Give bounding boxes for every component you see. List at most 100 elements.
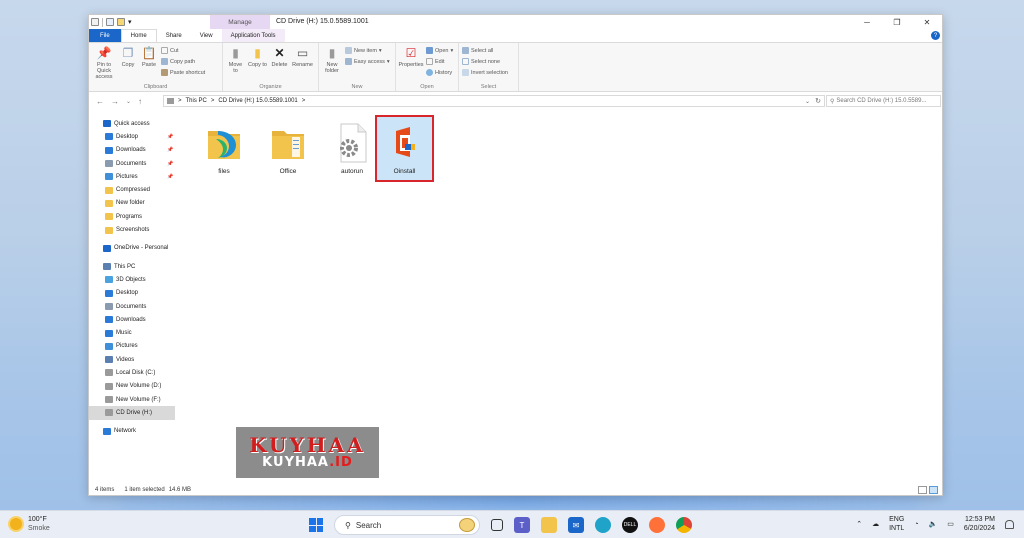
sidebar-item[interactable]: New Volume (D:) xyxy=(89,380,175,393)
open-button[interactable]: Open ▾ xyxy=(426,46,453,55)
network-cloud-icon[interactable]: ☁ xyxy=(872,520,879,528)
sidebar-item[interactable]: Music xyxy=(89,326,175,339)
chevron-down-icon: ▾ xyxy=(450,47,454,54)
clock[interactable]: 12:53 PM 6/20/2024 xyxy=(964,515,995,533)
window-controls: ─ ❐ ✕ xyxy=(852,15,942,29)
file-item-files[interactable]: files xyxy=(193,117,255,183)
tab-view[interactable]: View xyxy=(191,29,222,42)
address-dropdown-icon[interactable]: ⌄ xyxy=(805,98,810,105)
up-arrow-icon[interactable]: ↑ xyxy=(138,97,142,106)
sidebar-item[interactable]: New folder xyxy=(89,197,175,210)
edit-button[interactable]: Edit xyxy=(426,57,453,66)
properties-quick-icon[interactable] xyxy=(91,18,99,26)
pin-icon: 📌 xyxy=(96,45,112,60)
forward-arrow-icon[interactable]: → xyxy=(111,97,119,106)
windows-start-icon[interactable] xyxy=(309,518,323,532)
weather-widget[interactable]: 100°F Smoke xyxy=(10,515,50,533)
notification-bell-icon[interactable] xyxy=(1005,519,1014,529)
dell-icon[interactable]: DELL xyxy=(622,517,638,533)
sidebar-item[interactable]: Downloads xyxy=(89,313,175,326)
sidebar-item[interactable]: Pictures xyxy=(89,340,175,353)
chevron-up-icon[interactable]: ⌃ xyxy=(856,520,862,528)
sidebar-item[interactable]: Screenshots xyxy=(89,223,175,236)
rename-icon: ▭ xyxy=(296,45,309,60)
file-item-oinstall[interactable]: Oinstall xyxy=(375,115,434,182)
select-none-button[interactable]: Select none xyxy=(462,57,508,66)
quick-access-toolbar: ▾ xyxy=(89,15,136,29)
sidebar-item[interactable]: Local Disk (C:) xyxy=(89,366,175,379)
copy-path-button[interactable]: Copy path xyxy=(161,57,205,66)
breadcrumb-this-pc[interactable]: This PC xyxy=(186,98,207,104)
edge-icon[interactable] xyxy=(595,517,611,533)
large-icons-view-button[interactable] xyxy=(929,486,938,494)
tab-file[interactable]: File xyxy=(89,29,121,42)
sidebar-item[interactable]: Quick access xyxy=(89,117,175,130)
back-arrow-icon[interactable]: ← xyxy=(96,97,104,106)
sidebar-item[interactable]: Programs xyxy=(89,210,175,223)
maximize-button[interactable]: ❐ xyxy=(882,15,912,29)
pictures-icon xyxy=(105,173,113,181)
selection-size: 14.6 MB xyxy=(168,487,192,493)
sidebar-item[interactable]: OneDrive - Personal xyxy=(89,242,175,255)
sidebar-item[interactable]: Downloads 📌 xyxy=(89,144,175,157)
sidebar-item-label: Documents xyxy=(116,303,147,310)
sidebar-item[interactable]: Documents 📌 xyxy=(89,157,175,170)
manage-contextual-tab[interactable]: Manage xyxy=(210,15,270,29)
folder-icon xyxy=(105,213,113,221)
sidebar-item[interactable]: Videos xyxy=(89,353,175,366)
sidebar-item[interactable]: 3D Objects xyxy=(89,273,175,286)
sidebar-item[interactable]: Documents xyxy=(89,300,175,313)
sidebar-item-label: Videos xyxy=(116,356,135,363)
help-button[interactable]: ? xyxy=(931,31,940,40)
sidebar-item[interactable]: Desktop 📌 xyxy=(89,130,175,143)
sidebar-item[interactable]: New Volume (F:) xyxy=(89,393,175,406)
battery-icon[interactable]: ▭ xyxy=(947,520,954,528)
invert-selection-button[interactable]: Invert selection xyxy=(462,68,508,77)
cut-button[interactable]: Cut xyxy=(161,46,205,55)
select-all-button[interactable]: Select all xyxy=(462,46,508,55)
desktop-icon xyxy=(105,133,113,141)
customize-qat-icon[interactable]: ▾ xyxy=(128,18,136,26)
mail-icon[interactable]: ✉ xyxy=(568,517,584,533)
easy-access-button[interactable]: Easy access ▾ xyxy=(345,57,390,66)
tab-application-tools[interactable]: Application Tools xyxy=(221,29,285,42)
save-quick-icon[interactable] xyxy=(106,18,114,26)
history-button[interactable]: History xyxy=(426,68,453,77)
wifi-icon[interactable]: ◔ xyxy=(914,521,918,528)
sidebar-item[interactable]: Pictures 📌 xyxy=(89,170,175,183)
refresh-icon[interactable]: ↻ xyxy=(815,97,821,105)
tab-share[interactable]: Share xyxy=(157,29,191,42)
file-explorer-icon[interactable] xyxy=(541,517,557,533)
close-button[interactable]: ✕ xyxy=(912,15,942,29)
select-all-icon xyxy=(462,47,469,54)
file-item-office[interactable]: Office xyxy=(257,117,319,183)
file-item-autorun[interactable]: autorun xyxy=(321,117,383,183)
new-item-button[interactable]: New item ▾ xyxy=(345,46,390,55)
sidebar-item-label: Pictures xyxy=(116,173,138,180)
new-folder-quick-icon[interactable] xyxy=(117,18,125,26)
search-input[interactable]: ⚲ Search CD Drive (H:) 15.0.5589... xyxy=(826,95,941,107)
breadcrumb-cd-drive[interactable]: CD Drive (H:) 15.0.5589.1001 xyxy=(218,98,297,104)
sidebar-item[interactable]: Desktop xyxy=(89,287,175,300)
history-icon xyxy=(426,69,433,76)
teams-icon[interactable]: T xyxy=(514,517,530,533)
sidebar-item[interactable]: CD Drive (H:) xyxy=(89,406,175,420)
sidebar-item[interactable]: Network xyxy=(89,425,175,438)
taskbar-search-box[interactable]: ⚲ Search xyxy=(334,515,480,535)
new-folder-icon: ▮ xyxy=(328,45,336,60)
paste-shortcut-button[interactable]: Paste shortcut xyxy=(161,68,205,77)
tab-home[interactable]: Home xyxy=(120,29,157,42)
history-label: History xyxy=(435,69,453,76)
language-indicator[interactable]: ENG INTL xyxy=(889,515,904,533)
address-bar-row: ← → ⌄ ↑ > This PC > CD Drive (H:) 15.0.5… xyxy=(89,94,942,108)
address-bar[interactable]: > This PC > CD Drive (H:) 15.0.5589.1001… xyxy=(163,95,825,107)
task-view-icon[interactable] xyxy=(491,519,503,531)
sidebar-item[interactable]: This PC xyxy=(89,260,175,273)
sidebar-item[interactable]: Compressed xyxy=(89,183,175,196)
chrome-icon[interactable] xyxy=(676,517,692,533)
details-view-button[interactable] xyxy=(918,486,927,494)
minimize-button[interactable]: ─ xyxy=(852,15,882,29)
volume-icon[interactable]: 🔈 xyxy=(929,520,938,528)
recent-chevron-icon[interactable]: ⌄ xyxy=(126,98,131,105)
firefox-icon[interactable] xyxy=(649,517,665,533)
